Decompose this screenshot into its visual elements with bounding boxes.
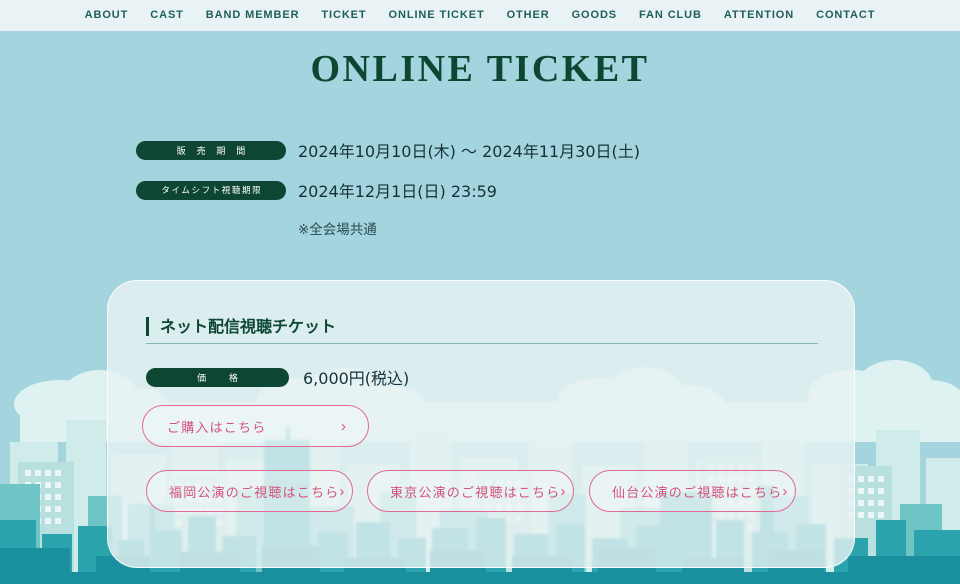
nav-item-about[interactable]: ABOUT <box>74 0 140 31</box>
card-heading: ネット配信視聴チケット <box>146 317 818 336</box>
chevron-right-icon: › <box>341 417 346 435</box>
online-ticket-page: ABOUT CAST BAND MEMBER TICKET ONLINE TIC… <box>0 0 960 584</box>
sales-period-row: 販 売 期 間 2024年10月10日(木) 〜 2024年11月30日(土) <box>136 138 640 162</box>
view-button-sendai-label: 仙台公演のご視聴はこちら <box>612 485 783 501</box>
view-button-fukuoka-label: 福岡公演のご視聴はこちら <box>169 485 340 501</box>
view-button-sendai[interactable]: 仙台公演のご視聴はこちら › <box>589 470 796 512</box>
nav-item-band-member[interactable]: BAND MEMBER <box>195 0 311 31</box>
nav-item-ticket[interactable]: TICKET <box>310 0 377 31</box>
nav-item-cast[interactable]: CAST <box>139 0 195 31</box>
price-label: 価 格 <box>146 367 289 387</box>
price-row: 価 格 6,000円(税込) <box>146 365 409 389</box>
nav-item-contact[interactable]: CONTACT <box>805 0 886 31</box>
chevron-right-icon: › <box>782 482 788 500</box>
sales-period-label: 販 売 期 間 <box>136 140 286 160</box>
nav-item-goods[interactable]: GOODS <box>561 0 628 31</box>
chevron-right-icon: › <box>560 482 566 500</box>
sales-period-value: 2024年10月10日(木) 〜 2024年11月30日(土) <box>298 142 641 161</box>
main-navigation[interactable]: ABOUT CAST BAND MEMBER TICKET ONLINE TIC… <box>0 0 960 31</box>
view-button-fukuoka[interactable]: 福岡公演のご視聴はこちら › <box>146 470 353 512</box>
chevron-right-icon: › <box>339 482 345 500</box>
price-value: 6,000円(税込) <box>303 369 410 388</box>
view-button-tokyo[interactable]: 東京公演のご視聴はこちら › <box>367 470 574 512</box>
nav-item-other[interactable]: OTHER <box>496 0 561 31</box>
nav-item-online-ticket[interactable]: ONLINE TICKET <box>378 0 496 31</box>
timeshift-deadline-label: タイムシフト視聴期限 <box>136 180 286 200</box>
timeshift-deadline-row: タイムシフト視聴期限 2024年12月1日(日) 23:59 <box>136 178 640 202</box>
all-venues-note: ※全会場共通 <box>298 222 377 238</box>
card-heading-container: ネット配信視聴チケット <box>146 317 818 344</box>
timeshift-deadline-value: 2024年12月1日(日) 23:59 <box>298 182 497 201</box>
nav-item-fan-club[interactable]: FAN CLUB <box>628 0 713 31</box>
nav-item-attention[interactable]: ATTENTION <box>713 0 805 31</box>
page-title: ONLINE TICKET <box>310 48 650 90</box>
ticket-period-info: 販 売 期 間 2024年10月10日(木) 〜 2024年11月30日(土) … <box>136 138 640 238</box>
purchase-button-label: ご購入はこちら <box>167 420 267 436</box>
view-button-tokyo-label: 東京公演のご視聴はこちら <box>390 485 561 501</box>
purchase-button[interactable]: ご購入はこちら › <box>142 405 369 447</box>
